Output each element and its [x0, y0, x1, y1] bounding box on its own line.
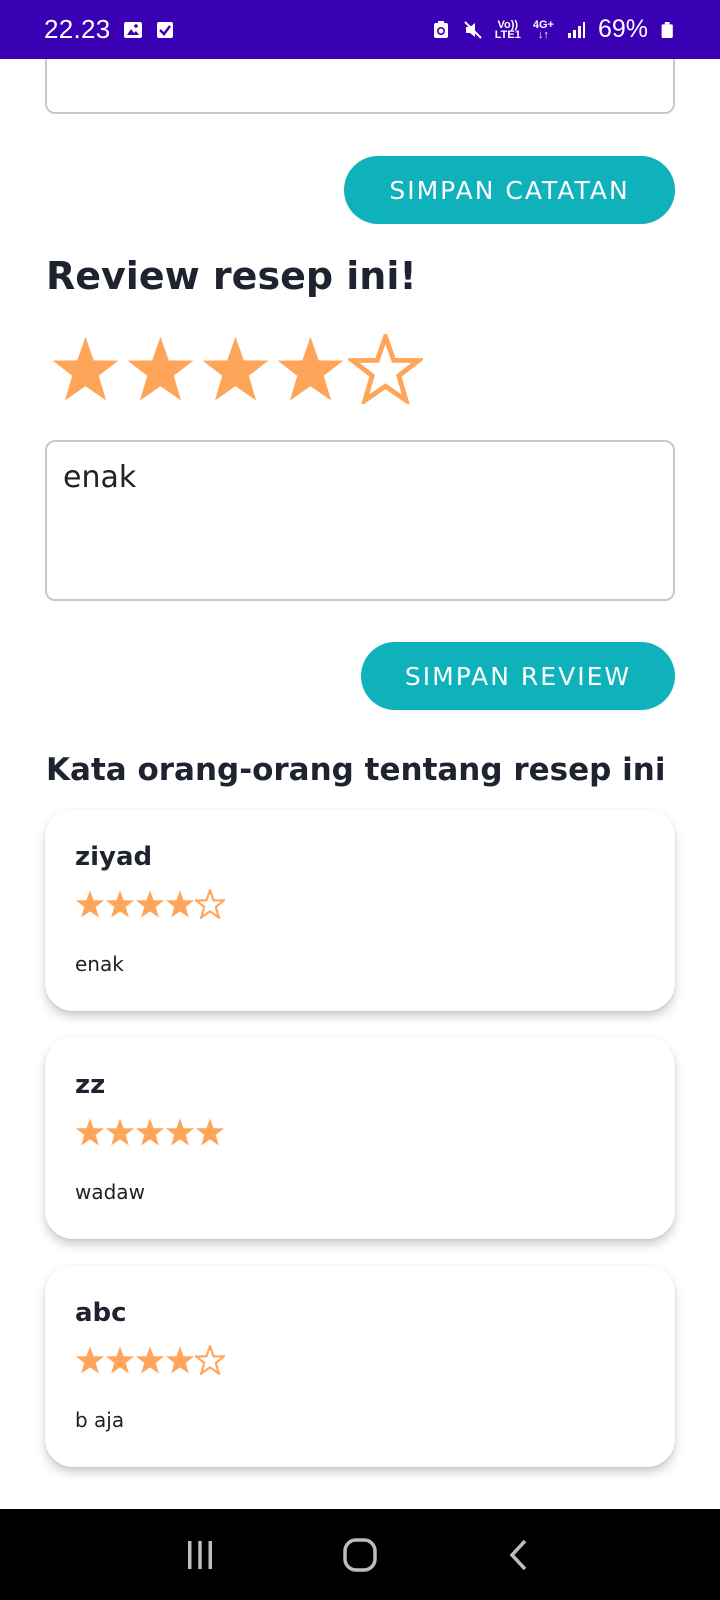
back-button[interactable]: [490, 1525, 550, 1585]
network-volte: Vo)) LTE1: [494, 18, 521, 41]
star-filled-icon[interactable]: [198, 334, 273, 404]
review-rating: [75, 1345, 225, 1375]
network-volte-bottom: LTE1: [494, 28, 521, 41]
save-note-button[interactable]: SIMPAN CATATAN: [344, 156, 675, 224]
star-filled-icon: [75, 1118, 105, 1146]
star-filled-icon: [165, 890, 195, 918]
review-section-title: Review resep ini!: [46, 254, 417, 298]
home-icon: [343, 1537, 377, 1572]
network-type-label: 4G+: [532, 18, 554, 31]
star-filled-icon: [165, 1346, 195, 1374]
star-filled-icon: [135, 890, 165, 918]
review-rating: [75, 1117, 225, 1147]
review-card: ziyad enak: [45, 809, 675, 1011]
battery-percent: 69%: [597, 15, 648, 43]
star-filled-icon[interactable]: [123, 334, 198, 404]
data-saver-icon: [433, 20, 448, 38]
star-empty-icon[interactable]: [348, 334, 423, 404]
other-reviews-title: Kata orang-orang tentang resep ini: [46, 752, 666, 788]
status-right: Vo)) LTE1 4G+ ↓↑ 69%: [431, 15, 676, 44]
home-button[interactable]: [330, 1525, 390, 1585]
battery-icon: [661, 21, 673, 38]
star-filled-icon[interactable]: [273, 334, 348, 404]
star-filled-icon: [135, 1346, 165, 1374]
back-icon: [509, 1539, 527, 1570]
star-filled-icon: [195, 1118, 225, 1146]
note-input[interactable]: [45, 59, 675, 114]
reviewer-name: ziyad: [75, 842, 153, 872]
star-filled-icon: [75, 1346, 105, 1374]
review-rating: [75, 889, 225, 919]
recipe-detail-content[interactable]: SIMPAN CATATAN Review resep ini! enak SI…: [0, 59, 720, 1509]
star-filled-icon: [105, 1346, 135, 1374]
navigation-bar: [0, 1509, 720, 1600]
star-filled-icon[interactable]: [48, 334, 123, 404]
network-volte-top: Vo)): [497, 18, 519, 31]
image-icon: [123, 21, 142, 38]
star-filled-icon: [105, 890, 135, 918]
status-left: 22.23: [44, 14, 175, 45]
star-empty-icon: [195, 889, 225, 919]
review-text: enak: [75, 952, 124, 976]
signal-icon: [567, 21, 585, 38]
review-card: abc b aja: [45, 1265, 675, 1467]
network-type: 4G+ ↓↑: [532, 18, 554, 41]
mute-icon: [464, 20, 482, 39]
network-arrows-icon: ↓↑: [537, 28, 549, 41]
star-filled-icon: [135, 1118, 165, 1146]
star-filled-icon: [75, 890, 105, 918]
save-review-button[interactable]: SIMPAN REVIEW: [361, 642, 675, 710]
star-filled-icon: [105, 1118, 135, 1146]
recent-apps-button[interactable]: [170, 1525, 230, 1585]
status-time: 22.23: [44, 14, 111, 44]
star-filled-icon: [165, 1118, 195, 1146]
reviewer-name: zz: [75, 1070, 106, 1100]
review-text: wadaw: [75, 1180, 145, 1204]
reviewer-name: abc: [75, 1298, 127, 1328]
rating-bar[interactable]: [48, 334, 423, 404]
review-input[interactable]: enak: [45, 440, 675, 601]
recent-apps-icon: [188, 1540, 212, 1569]
star-empty-icon: [195, 1345, 225, 1375]
check-box-icon: [156, 21, 173, 38]
status-bar: 22.23 Vo)) LTE1 4G+ ↓↑ 69%: [0, 0, 720, 59]
review-text: b aja: [75, 1408, 125, 1432]
review-card: zz wadaw: [45, 1037, 675, 1239]
